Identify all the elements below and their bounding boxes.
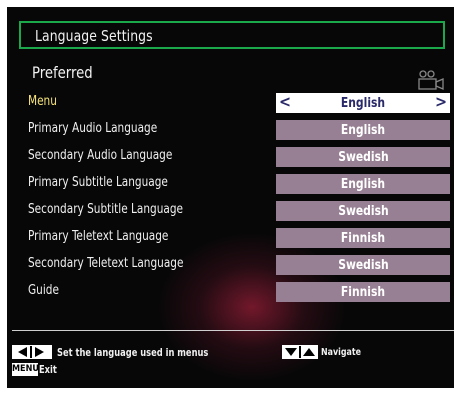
menu-key-icon: MENU [12, 363, 39, 376]
value-text: Finnish [340, 284, 386, 300]
language-selector-primary-teletext[interactable]: Finnish [276, 228, 450, 248]
value-text: English [340, 122, 386, 138]
row-label: Primary Subtitle Language [28, 175, 168, 190]
row-secondary-teletext[interactable]: Secondary Teletext Language Swedish [7, 253, 454, 275]
tv-menu-screen: Language Settings Preferred Menu < Engli… [7, 7, 454, 388]
row-label: Guide [28, 283, 59, 298]
language-selector-secondary-subtitle[interactable]: Swedish [276, 201, 450, 221]
row-label: Primary Teletext Language [28, 229, 169, 244]
row-secondary-audio[interactable]: Secondary Audio Language Swedish [7, 145, 454, 167]
value-text: Finnish [340, 230, 386, 246]
arrow-right-icon[interactable]: > [435, 92, 447, 111]
row-primary-audio[interactable]: Primary Audio Language English [7, 118, 454, 140]
title-box: Language Settings [19, 21, 445, 49]
row-primary-subtitle[interactable]: Primary Subtitle Language English [7, 172, 454, 194]
help-text: Set the language used in menus [57, 347, 209, 359]
row-guide[interactable]: Guide Finnish [7, 280, 454, 302]
value-text: Swedish [337, 203, 389, 219]
value-text: English [340, 95, 386, 111]
section-subtitle: Preferred [32, 63, 93, 82]
up-down-keys-icon [282, 345, 318, 359]
footer-divider [12, 330, 454, 331]
row-label: Primary Audio Language [28, 121, 158, 136]
language-selector-primary-subtitle[interactable]: English [276, 174, 450, 194]
value-text: Swedish [337, 257, 389, 273]
row-label: Secondary Subtitle Language [28, 202, 184, 217]
exit-text: Exit [39, 364, 57, 376]
row-primary-teletext[interactable]: Primary Teletext Language Finnish [7, 226, 454, 248]
row-menu[interactable]: Menu < English > [7, 91, 454, 113]
language-selector-secondary-teletext[interactable]: Swedish [276, 255, 450, 275]
navigate-text: Navigate [321, 347, 362, 358]
row-label: Secondary Teletext Language [28, 256, 184, 271]
language-selector-primary-audio[interactable]: English [276, 120, 450, 140]
language-selector-guide[interactable]: Finnish [276, 282, 450, 302]
row-secondary-subtitle[interactable]: Secondary Subtitle Language Swedish [7, 199, 454, 221]
arrow-left-icon[interactable]: < [279, 92, 291, 111]
language-selector-menu[interactable]: < English > [276, 92, 450, 113]
language-selector-secondary-audio[interactable]: Swedish [276, 147, 450, 167]
value-text: English [340, 176, 386, 192]
page-title: Language Settings [35, 27, 153, 45]
value-text: Swedish [337, 149, 389, 165]
camera-icon [418, 70, 444, 90]
row-label: Menu [28, 94, 57, 109]
row-label: Secondary Audio Language [28, 148, 173, 163]
left-right-keys-icon [12, 345, 52, 359]
